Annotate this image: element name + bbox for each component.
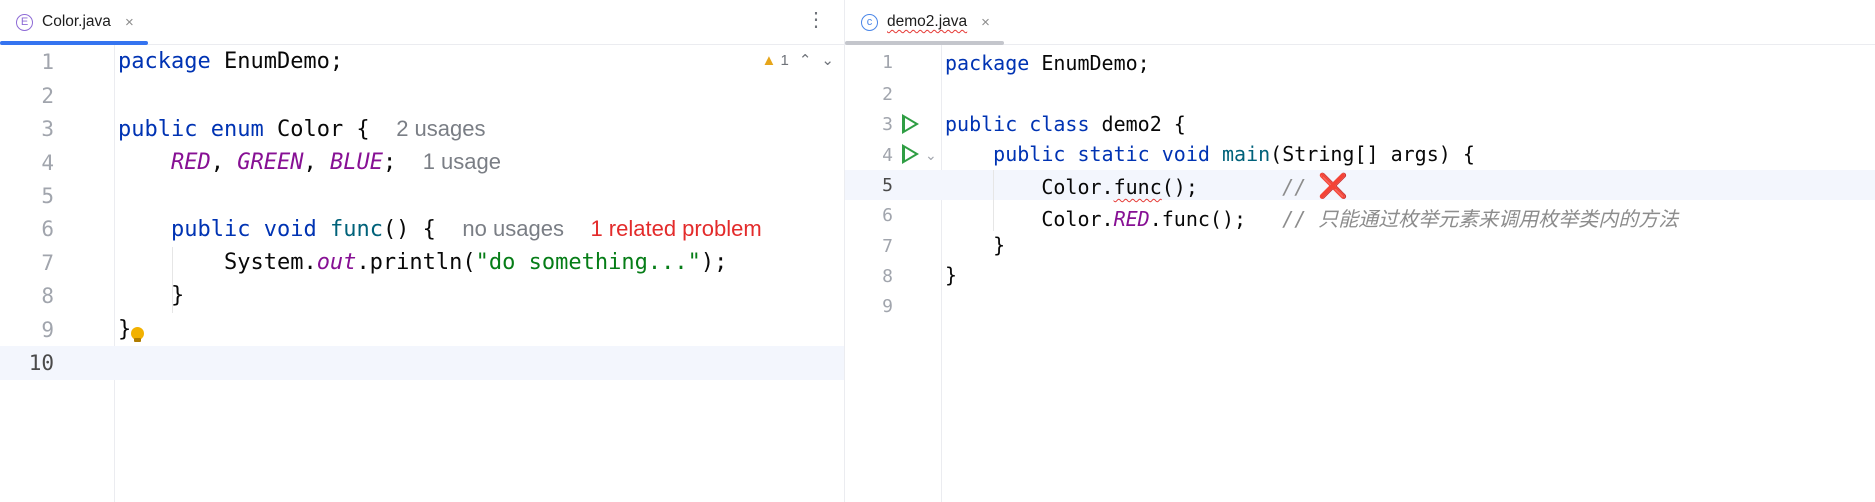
left-tab-bar: E Color.java × ⋮ bbox=[0, 0, 844, 45]
line-number: 9 bbox=[41, 317, 54, 342]
red-cross-icon: ❌ bbox=[1318, 172, 1349, 200]
code-text: } bbox=[170, 283, 185, 308]
line-number: 6 bbox=[882, 205, 893, 226]
code-text: public void func() { no usages 1 related… bbox=[170, 216, 762, 242]
line-number: 1 bbox=[882, 51, 893, 73]
code-text: } bbox=[993, 233, 1006, 257]
code-text: } bbox=[118, 317, 132, 342]
class-icon: c bbox=[861, 13, 878, 31]
tab-color-java[interactable]: E Color.java × bbox=[0, 0, 148, 45]
code-line: 5 bbox=[0, 179, 844, 212]
line-number: 8 bbox=[882, 265, 893, 287]
current-line: 10 bbox=[0, 346, 844, 380]
close-icon[interactable]: × bbox=[125, 14, 134, 31]
code-text: package EnumDemo; bbox=[118, 49, 344, 74]
active-tab-indicator bbox=[0, 40, 148, 45]
code-text: package EnumDemo; bbox=[945, 51, 1150, 75]
tab-label: demo2.java bbox=[887, 13, 968, 30]
enum-icon: E bbox=[16, 13, 33, 31]
left-code-editor[interactable]: ▲ 1 ⌃ ⌄ 1 2 3 4 5 6 7 8 9 10 package Enu… bbox=[0, 45, 844, 502]
tab-demo2-java[interactable]: c demo2.java × bbox=[845, 0, 1004, 45]
code-line: 2 bbox=[845, 79, 1875, 109]
run-class-icon[interactable] bbox=[902, 114, 919, 134]
right-editor-pane: c demo2.java × 1 2 3 4 5 6 7 8 9 ⌄ packa… bbox=[845, 0, 1875, 502]
line-number: 3 bbox=[41, 117, 54, 141]
code-text: RED, GREEN, BLUE; 1 usage bbox=[170, 149, 501, 175]
code-text: Color.RED.func(); // 只能通过枚举元素来调用枚举类内的方法 bbox=[1041, 207, 1679, 231]
left-editor-pane: E Color.java × ⋮ ▲ 1 ⌃ ⌄ 1 2 3 4 5 6 7 8… bbox=[0, 0, 845, 502]
code-text: public static void main(String[] args) { bbox=[993, 142, 1475, 166]
line-number: 3 bbox=[882, 114, 893, 135]
usages-hint[interactable]: no usages bbox=[462, 216, 564, 241]
line-number: 1 bbox=[41, 50, 54, 74]
code-text: public enum Color { 2 usages bbox=[118, 116, 486, 142]
line-number: 5 bbox=[41, 183, 54, 208]
code-text: Color.func(); // ❌ bbox=[1041, 172, 1349, 200]
run-main-icon[interactable] bbox=[902, 144, 919, 164]
error-call: func bbox=[1113, 175, 1162, 199]
line-number: 2 bbox=[41, 83, 54, 108]
code-text: public class demo2 { bbox=[945, 112, 1186, 136]
line-number: 5 bbox=[882, 174, 893, 196]
usages-hint[interactable]: 2 usages bbox=[396, 116, 485, 141]
line-number: 2 bbox=[882, 83, 893, 105]
line-number: 9 bbox=[882, 296, 893, 317]
line-number: 7 bbox=[882, 235, 893, 257]
code-line: 9 bbox=[845, 291, 1875, 322]
tab-label: Color.java bbox=[42, 13, 111, 30]
code-text: System.out.println("do something..."); bbox=[223, 250, 728, 275]
related-problem-link[interactable]: 1 related problem bbox=[590, 216, 761, 241]
tab-indicator bbox=[845, 40, 1004, 45]
right-tab-bar: c demo2.java × bbox=[845, 0, 1875, 45]
close-icon[interactable]: × bbox=[981, 14, 990, 31]
code-line: 8 bbox=[845, 261, 1875, 291]
right-code-editor[interactable]: 1 2 3 4 5 6 7 8 9 ⌄ package EnumDemo; pu… bbox=[845, 45, 1875, 502]
line-number: 7 bbox=[41, 250, 54, 275]
editor-split-view: E Color.java × ⋮ ▲ 1 ⌃ ⌄ 1 2 3 4 5 6 7 8… bbox=[0, 0, 1875, 502]
line-number: 6 bbox=[41, 217, 54, 241]
usages-hint[interactable]: 1 usage bbox=[423, 149, 501, 174]
code-text: } bbox=[945, 263, 958, 287]
more-options-icon[interactable]: ⋮ bbox=[806, 10, 826, 30]
lightbulb-icon[interactable] bbox=[131, 327, 144, 342]
code-line: 2 bbox=[0, 79, 844, 112]
line-number: 4 bbox=[882, 144, 893, 166]
line-number: 10 bbox=[28, 351, 54, 375]
line-number: 4 bbox=[41, 150, 54, 175]
fold-icon[interactable]: ⌄ bbox=[925, 147, 937, 164]
line-number: 8 bbox=[41, 284, 54, 308]
